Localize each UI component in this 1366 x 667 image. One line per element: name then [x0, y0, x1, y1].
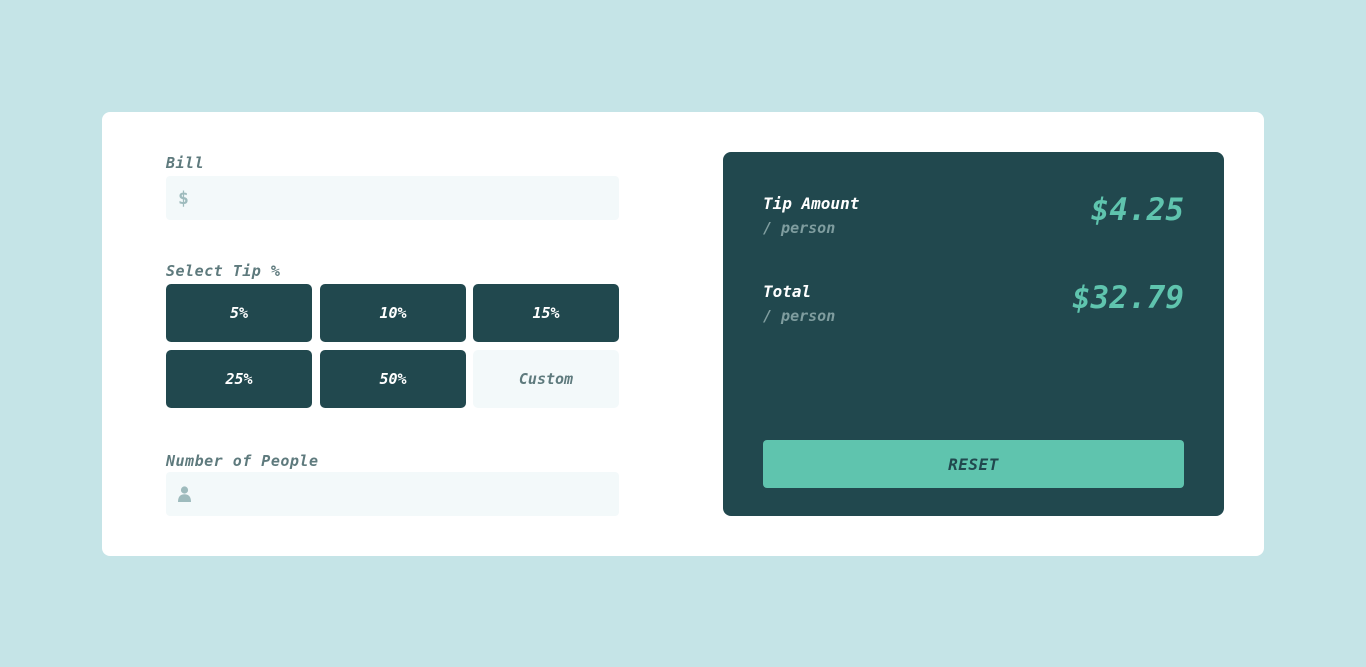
bill-label: Bill [166, 154, 205, 172]
tip-amount-title: Tip Amount [763, 194, 860, 213]
custom-tip-input[interactable]: Custom [473, 350, 619, 408]
tip-button-50[interactable]: 50% [320, 350, 466, 408]
tip-amount-value: $4.25 [1090, 192, 1184, 228]
person-icon [178, 486, 191, 507]
tip-button-15[interactable]: 15% [473, 284, 619, 342]
total-value: $32.79 [1072, 280, 1184, 316]
result-panel: Tip Amount / person $4.25 Total / person… [723, 152, 1224, 516]
tip-button-10[interactable]: 10% [320, 284, 466, 342]
tip-button-25[interactable]: 25% [166, 350, 312, 408]
reset-button[interactable]: RESET [763, 440, 1184, 488]
total-title: Total [763, 282, 812, 301]
bill-input[interactable]: $ [166, 176, 619, 220]
tip-label: Select Tip % [166, 262, 281, 280]
total-subtitle: / person [763, 307, 836, 325]
dollar-icon: $ [178, 188, 189, 209]
people-label: Number of People [166, 452, 319, 470]
people-input[interactable] [166, 472, 619, 516]
tip-button-5[interactable]: 5% [166, 284, 312, 342]
tip-amount-subtitle: / person [763, 219, 836, 237]
calculator-card: Bill $ Select Tip % 5% 10% 15% 25% 50% C… [102, 112, 1264, 556]
